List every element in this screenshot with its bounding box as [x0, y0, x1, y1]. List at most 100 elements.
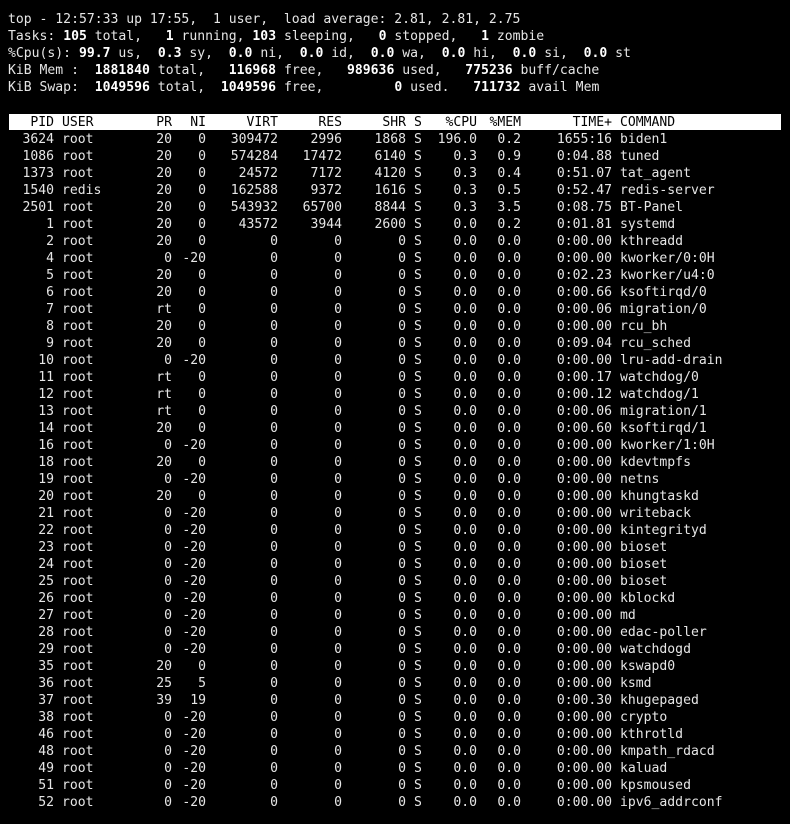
cell-cpu: 0.0	[453, 421, 477, 436]
process-row[interactable]: 21 root 0 -20 0 0 0 S 0.0 0.0 0:00.00 writeback	[0, 505, 790, 522]
process-row[interactable]: 35 root 20 0 0 0 0 S 0.0 0.0 0:00.00 kswapd0	[0, 658, 790, 675]
cell-time: 0:00.00	[556, 710, 612, 725]
cell-user: root	[62, 489, 94, 504]
process-row[interactable]: 2501 root 20 0 543932 65700 8844 S 0.3 3.5 0:08.75…	[0, 199, 790, 216]
cell-mem: 0.0	[497, 319, 521, 334]
col-header-mem[interactable]: %MEM	[478, 114, 521, 131]
process-row[interactable]: 11 root rt 0 0 0 0 S 0.0 0.0 0:00.17 watchdog/0	[0, 369, 790, 386]
terminal-window[interactable]: top - 12:57:33 up 17:55, 1 user, load av…	[0, 0, 790, 824]
col-header-time[interactable]: TIME+	[522, 114, 612, 131]
process-row[interactable]: 29 root 0 -20 0 0 0 S 0.0 0.0 0:00.00 watchdogd	[0, 641, 790, 658]
process-row[interactable]: 12 root rt 0 0 0 0 S 0.0 0.0 0:00.12 watchdog/1	[0, 386, 790, 403]
process-row[interactable]: 10 root 0 -20 0 0 0 S 0.0 0.0 0:00.00 lru-add-drain	[0, 352, 790, 369]
process-row[interactable]: 23 root 0 -20 0 0 0 S 0.0 0.0 0:00.00 bioset	[0, 539, 790, 556]
cell-cpu: 0.0	[453, 608, 477, 623]
process-row[interactable]: 48 root 0 -20 0 0 0 S 0.0 0.0 0:00.00 kmpath_rdacd	[0, 743, 790, 760]
process-row[interactable]: 26 root 0 -20 0 0 0 S 0.0 0.0 0:00.00 kblockd	[0, 590, 790, 607]
cell-pid: 8	[46, 319, 54, 334]
process-row[interactable]: 46 root 0 -20 0 0 0 S 0.0 0.0 0:00.00 kthrotld	[0, 726, 790, 743]
col-header-command[interactable]: COMMAND	[620, 114, 790, 131]
process-row[interactable]: 25 root 0 -20 0 0 0 S 0.0 0.0 0:00.00 bioset	[0, 573, 790, 590]
summary-text: KiB Swap:	[8, 80, 87, 95]
process-row[interactable]: 22 root 0 -20 0 0 0 S 0.0 0.0 0:00.00 kintegrityd	[0, 522, 790, 539]
cell-user: redis	[62, 183, 102, 198]
process-row[interactable]: 1373 root 20 0 24572 7172 4120 S 0.3 0.4 0:51.07 ta…	[0, 165, 790, 182]
process-row[interactable]: 51 root 0 -20 0 0 0 S 0.0 0.0 0:00.00 kpsmoused	[0, 777, 790, 794]
cell-command: ksoftirqd/1	[620, 421, 707, 436]
col-header-user[interactable]: USER	[62, 114, 142, 131]
process-row[interactable]: 38 root 0 -20 0 0 0 S 0.0 0.0 0:00.00 crypto	[0, 709, 790, 726]
cell-virt: 0	[270, 472, 278, 487]
summary-text: us,	[110, 46, 158, 61]
process-row[interactable]: 7 root rt 0 0 0 0 S 0.0 0.0 0:00.06 migration/0	[0, 301, 790, 318]
process-row[interactable]: 27 root 0 -20 0 0 0 S 0.0 0.0 0:00.00 md	[0, 607, 790, 624]
col-header-pr[interactable]: PR	[140, 114, 172, 131]
cell-pr: 0	[164, 438, 172, 453]
cell-cpu: 0.0	[453, 523, 477, 538]
process-row[interactable]: 5 root 20 0 0 0 0 S 0.0 0.0 0:02.23 kworker/u4:0	[0, 267, 790, 284]
cell-cpu: 0.0	[453, 591, 477, 606]
process-row[interactable]: 16 root 0 -20 0 0 0 S 0.0 0.0 0:00.00 kworker/1:0H	[0, 437, 790, 454]
cell-command: kthrotld	[620, 727, 684, 742]
cell-mem: 0.0	[497, 251, 521, 266]
process-row[interactable]: 19 root 0 -20 0 0 0 S 0.0 0.0 0:00.00 netns	[0, 471, 790, 488]
process-row[interactable]: 14 root 20 0 0 0 0 S 0.0 0.0 0:00.60 ksoftirqd/1	[0, 420, 790, 437]
process-row[interactable]: 6 root 20 0 0 0 0 S 0.0 0.0 0:00.66 ksoftirqd/0	[0, 284, 790, 301]
cell-mem: 0.0	[497, 557, 521, 572]
summary-value: 1049596	[86, 80, 150, 95]
cell-user: root	[62, 727, 94, 742]
cell-user: root	[62, 540, 94, 555]
cell-pid: 49	[38, 761, 54, 776]
cell-shr: 0	[398, 676, 406, 691]
process-row[interactable]: 28 root 0 -20 0 0 0 S 0.0 0.0 0:00.00 edac-poller	[0, 624, 790, 641]
cell-pid: 14	[38, 421, 54, 436]
cell-pid: 21	[38, 506, 54, 521]
col-header-shr[interactable]: SHR	[342, 114, 406, 131]
process-row[interactable]: 1 root 20 0 43572 3944 2600 S 0.0 0.2 0:01.81 syste…	[0, 216, 790, 233]
process-row[interactable]: 2 root 20 0 0 0 0 S 0.0 0.0 0:00.00 kthreadd	[0, 233, 790, 250]
cell-pr: 20	[156, 234, 172, 249]
cell-pid: 35	[38, 659, 54, 674]
cell-virt: 0	[270, 574, 278, 589]
col-header-virt[interactable]: VIRT	[206, 114, 278, 131]
cell-shr: 0	[398, 506, 406, 521]
cell-virt: 0	[270, 710, 278, 725]
cell-pid: 37	[38, 693, 54, 708]
cell-pr: 20	[156, 659, 172, 674]
cell-mem: 0.0	[497, 642, 521, 657]
cell-time: 0:04.88	[556, 149, 612, 164]
cell-mem: 0.0	[497, 302, 521, 317]
summary-value: 1049596	[213, 80, 277, 95]
cell-user: root	[62, 795, 94, 810]
process-row[interactable]: 9 root 20 0 0 0 0 S 0.0 0.0 0:09.04 rcu_sched	[0, 335, 790, 352]
cell-command: ksoftirqd/0	[620, 285, 707, 300]
cell-pr: 20	[156, 336, 172, 351]
process-row[interactable]: 13 root rt 0 0 0 0 S 0.0 0.0 0:00.06 migration/1	[0, 403, 790, 420]
process-row[interactable]: 3624 root 20 0 309472 2996 1868 S 196.0 0.2 1655:1…	[0, 131, 790, 148]
process-row[interactable]: 36 root 25 5 0 0 0 S 0.0 0.0 0:00.00 ksmd	[0, 675, 790, 692]
cell-mem: 0.0	[497, 353, 521, 368]
process-row[interactable]: 24 root 0 -20 0 0 0 S 0.0 0.0 0:00.00 bioset	[0, 556, 790, 573]
col-header-ni[interactable]: NI	[176, 114, 206, 131]
process-row[interactable]: 37 root 39 19 0 0 0 S 0.0 0.0 0:00.30 khugepaged	[0, 692, 790, 709]
process-row[interactable]: 18 root 20 0 0 0 0 S 0.0 0.0 0:00.00 kdevtmpfs	[0, 454, 790, 471]
col-header-cpu[interactable]: %CPU	[424, 114, 477, 131]
cell-virt: 0	[270, 404, 278, 419]
process-row[interactable]: 20 root 20 0 0 0 0 S 0.0 0.0 0:00.00 khungtaskd	[0, 488, 790, 505]
process-row[interactable]: 1086 root 20 0 574284 17472 6140 S 0.3 0.9 0:04.88…	[0, 148, 790, 165]
cell-mem: 0.0	[497, 506, 521, 521]
process-row[interactable]: 4 root 0 -20 0 0 0 S 0.0 0.0 0:00.00 kworker/0:0H	[0, 250, 790, 267]
process-row[interactable]: 8 root 20 0 0 0 0 S 0.0 0.0 0:00.00 rcu_bh	[0, 318, 790, 335]
process-row[interactable]: 52 root 0 -20 0 0 0 S 0.0 0.0 0:00.00 ipv6_addrconf	[0, 794, 790, 811]
cell-virt: 0	[270, 285, 278, 300]
process-row[interactable]: 1540 redis 20 0 162588 9372 1616 S 0.3 0.5 0:52.47…	[0, 182, 790, 199]
col-header-res[interactable]: RES	[278, 114, 342, 131]
process-row[interactable]: 49 root 0 -20 0 0 0 S 0.0 0.0 0:00.00 kaluad	[0, 760, 790, 777]
cell-res: 0	[334, 676, 342, 691]
cell-time: 0:00.06	[556, 302, 612, 317]
cell-command: crypto	[620, 710, 668, 725]
process-table-header: PID USER PR NI VIRT RES SHR S %CPU %MEM …	[9, 114, 781, 130]
col-header-pid[interactable]: PID	[0, 114, 54, 131]
cell-res: 0	[334, 591, 342, 606]
cell-user: root	[62, 574, 94, 589]
